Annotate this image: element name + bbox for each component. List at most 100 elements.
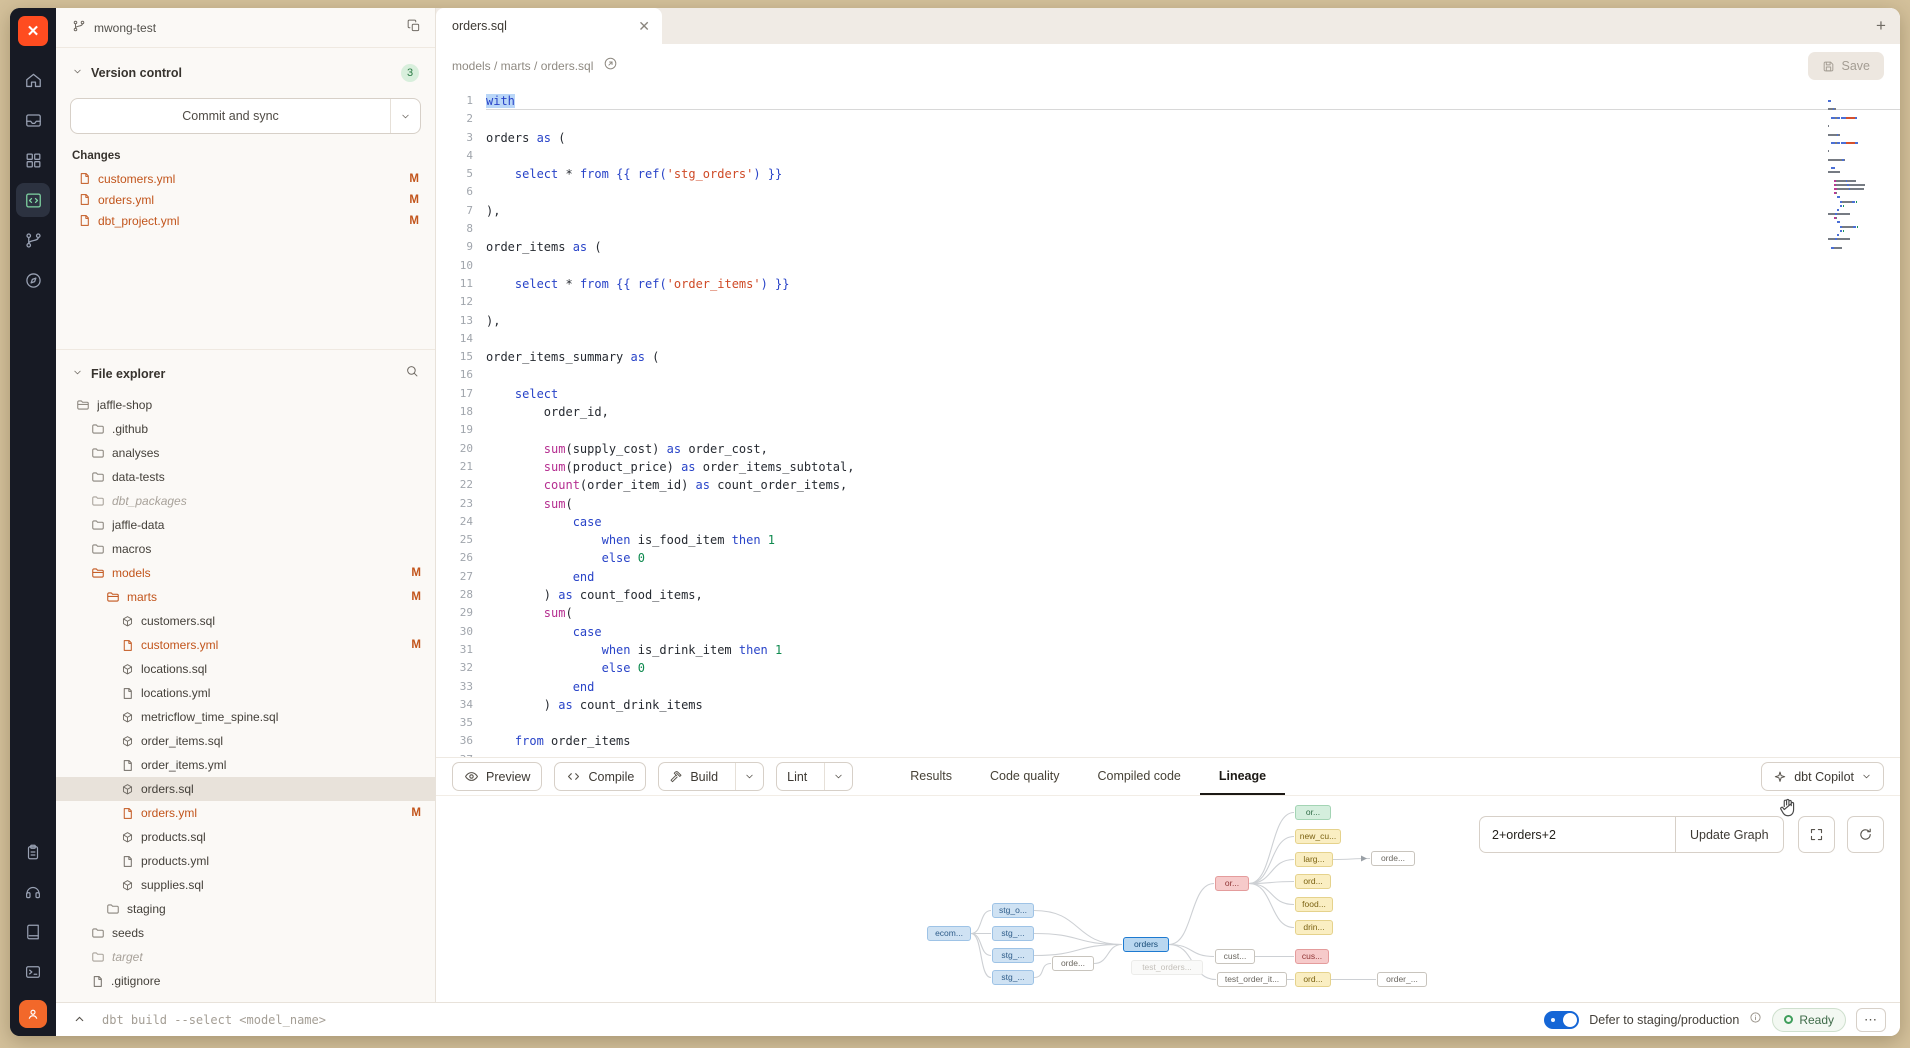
lineage-node-orde1[interactable]: orde...: [1052, 956, 1094, 971]
nav-terminal-icon[interactable]: [16, 955, 50, 989]
code-line-36[interactable]: from order_items: [486, 732, 1900, 750]
preview-button[interactable]: Preview: [452, 762, 542, 791]
version-control-header[interactable]: Version control 3: [56, 48, 435, 88]
nav-clipboard-icon[interactable]: [16, 835, 50, 869]
file-tree-item-macros[interactable]: macros: [56, 537, 435, 561]
lineage-node-toi[interactable]: test_order_it...: [1217, 972, 1287, 987]
code-line-16[interactable]: [486, 366, 1900, 384]
user-avatar[interactable]: [19, 1000, 47, 1028]
lineage-node-ord2[interactable]: ord...: [1295, 972, 1331, 987]
code-line-34[interactable]: ) as count_drink_items: [486, 696, 1900, 714]
dbt-copilot-button[interactable]: dbt Copilot: [1761, 762, 1884, 791]
code-line-33[interactable]: end: [486, 678, 1900, 696]
fullscreen-button[interactable]: [1798, 816, 1835, 853]
file-tree-item-orders.sql[interactable]: orders.sql: [56, 777, 435, 801]
lineage-node-orders[interactable]: orders: [1123, 937, 1169, 952]
code-line-12[interactable]: [486, 293, 1900, 311]
build-button[interactable]: Build: [659, 763, 728, 790]
code-line-15[interactable]: order_items_summary as (: [486, 348, 1900, 366]
code-line-3[interactable]: orders as (: [486, 129, 1900, 147]
changed-file-customers.yml[interactable]: customers.ymlM: [56, 168, 435, 189]
file-tree-item-metricflow_time_spine.sql[interactable]: metricflow_time_spine.sql: [56, 705, 435, 729]
update-graph-button[interactable]: Update Graph: [1675, 816, 1784, 853]
file-tree-item-.gitignore[interactable]: .gitignore: [56, 969, 435, 993]
lineage-node-cusp[interactable]: cus...: [1295, 949, 1329, 964]
nav-stack-icon[interactable]: [16, 103, 50, 137]
lineage-node-stg4[interactable]: stg_...: [992, 970, 1034, 985]
file-tree-item-staging[interactable]: staging: [56, 897, 435, 921]
code-line-18[interactable]: order_id,: [486, 403, 1900, 421]
lineage-node-ghost[interactable]: test_orders...: [1131, 960, 1203, 975]
code-line-9[interactable]: order_items as (: [486, 238, 1900, 256]
lineage-node-stg2[interactable]: stg_...: [992, 926, 1034, 941]
file-tree-item-seeds[interactable]: seeds: [56, 921, 435, 945]
lineage-node-stg1[interactable]: stg_o...: [992, 903, 1034, 918]
code-line-26[interactable]: else 0: [486, 549, 1900, 567]
nav-compass-icon[interactable]: [16, 263, 50, 297]
file-tree-item-customers.yml[interactable]: customers.ymlM: [56, 633, 435, 657]
file-tree-item-.github[interactable]: .github: [56, 417, 435, 441]
file-tree-item-jaffle-shop[interactable]: jaffle-shop: [56, 393, 435, 417]
commit-and-sync-button[interactable]: Commit and sync: [70, 98, 421, 134]
panel-tab-lineage[interactable]: Lineage: [1200, 758, 1285, 795]
lineage-selector-input[interactable]: 2+orders+2: [1479, 816, 1675, 853]
info-icon[interactable]: [1749, 1011, 1762, 1029]
save-button[interactable]: Save: [1808, 52, 1885, 80]
lineage-node-ecom[interactable]: ecom...: [927, 926, 971, 941]
lineage-node-orgr[interactable]: or...: [1295, 805, 1331, 820]
changed-file-dbt_project.yml[interactable]: dbt_project.ymlM: [56, 210, 435, 231]
lineage-node-cust[interactable]: cust...: [1215, 949, 1255, 964]
code-line-29[interactable]: sum(: [486, 604, 1900, 622]
file-tree-item-supplies.sql[interactable]: supplies.sql: [56, 873, 435, 897]
commit-options-chevron-icon[interactable]: [390, 99, 420, 133]
lineage-node-orderw[interactable]: order_...: [1377, 972, 1427, 987]
file-explorer-header[interactable]: File explorer: [56, 349, 435, 389]
lineage-node-orpk[interactable]: or...: [1215, 876, 1249, 891]
file-tree-item-analyses[interactable]: analyses: [56, 441, 435, 465]
nav-branch-flow-icon[interactable]: [16, 223, 50, 257]
code-line-35[interactable]: [486, 714, 1900, 732]
lineage-node-stg3[interactable]: stg_...: [992, 948, 1034, 963]
nav-docs-icon[interactable]: [16, 915, 50, 949]
file-tree-item-marts[interactable]: martsM: [56, 585, 435, 609]
nav-home-icon[interactable]: [16, 63, 50, 97]
code-line-37[interactable]: [486, 751, 1900, 757]
code-line-22[interactable]: count(order_item_id) as count_order_item…: [486, 476, 1900, 494]
code-lines[interactable]: with orders as ( select * from {{ ref('st…: [486, 88, 1900, 757]
open-compiled-link-icon[interactable]: [603, 56, 618, 76]
code-line-8[interactable]: [486, 220, 1900, 238]
panel-tab-compiled-code[interactable]: Compiled code: [1078, 758, 1199, 795]
code-line-2[interactable]: [486, 110, 1900, 128]
lineage-node-drin[interactable]: drin...: [1295, 920, 1333, 935]
code-line-31[interactable]: when is_drink_item then 1: [486, 641, 1900, 659]
file-tree-item-orders.yml[interactable]: orders.ymlM: [56, 801, 435, 825]
file-tree-item-products.yml[interactable]: products.yml: [56, 849, 435, 873]
code-line-28[interactable]: ) as count_food_items,: [486, 586, 1900, 604]
nav-headset-icon[interactable]: [16, 875, 50, 909]
code-line-21[interactable]: sum(product_price) as order_items_subtot…: [486, 458, 1900, 476]
code-line-20[interactable]: sum(supply_cost) as order_cost,: [486, 440, 1900, 458]
file-tree-item-locations.sql[interactable]: locations.sql: [56, 657, 435, 681]
editor-minimap[interactable]: [1828, 100, 1886, 255]
refresh-button[interactable]: [1847, 816, 1884, 853]
file-tree-item-products.sql[interactable]: products.sql: [56, 825, 435, 849]
file-tree-item-models[interactable]: modelsM: [56, 561, 435, 585]
compile-button[interactable]: Compile: [554, 762, 646, 791]
search-icon[interactable]: [405, 364, 419, 383]
file-tree-item-data-tests[interactable]: data-tests: [56, 465, 435, 489]
code-line-19[interactable]: [486, 421, 1900, 439]
copy-icon[interactable]: [407, 19, 421, 36]
lint-options-chevron-icon[interactable]: [824, 763, 852, 790]
code-line-14[interactable]: [486, 330, 1900, 348]
file-tree-item-order_items.sql[interactable]: order_items.sql: [56, 729, 435, 753]
code-line-30[interactable]: case: [486, 623, 1900, 641]
code-line-4[interactable]: [486, 147, 1900, 165]
nav-grid-icon[interactable]: [16, 143, 50, 177]
code-line-32[interactable]: else 0: [486, 659, 1900, 677]
code-line-1[interactable]: with: [486, 92, 1900, 110]
lineage-node-food[interactable]: food...: [1295, 897, 1333, 912]
changed-file-orders.yml[interactable]: orders.ymlM: [56, 189, 435, 210]
build-options-chevron-icon[interactable]: [735, 763, 763, 790]
code-line-5[interactable]: select * from {{ ref('stg_orders') }}: [486, 165, 1900, 183]
lineage-node-ord1[interactable]: ord...: [1295, 874, 1331, 889]
